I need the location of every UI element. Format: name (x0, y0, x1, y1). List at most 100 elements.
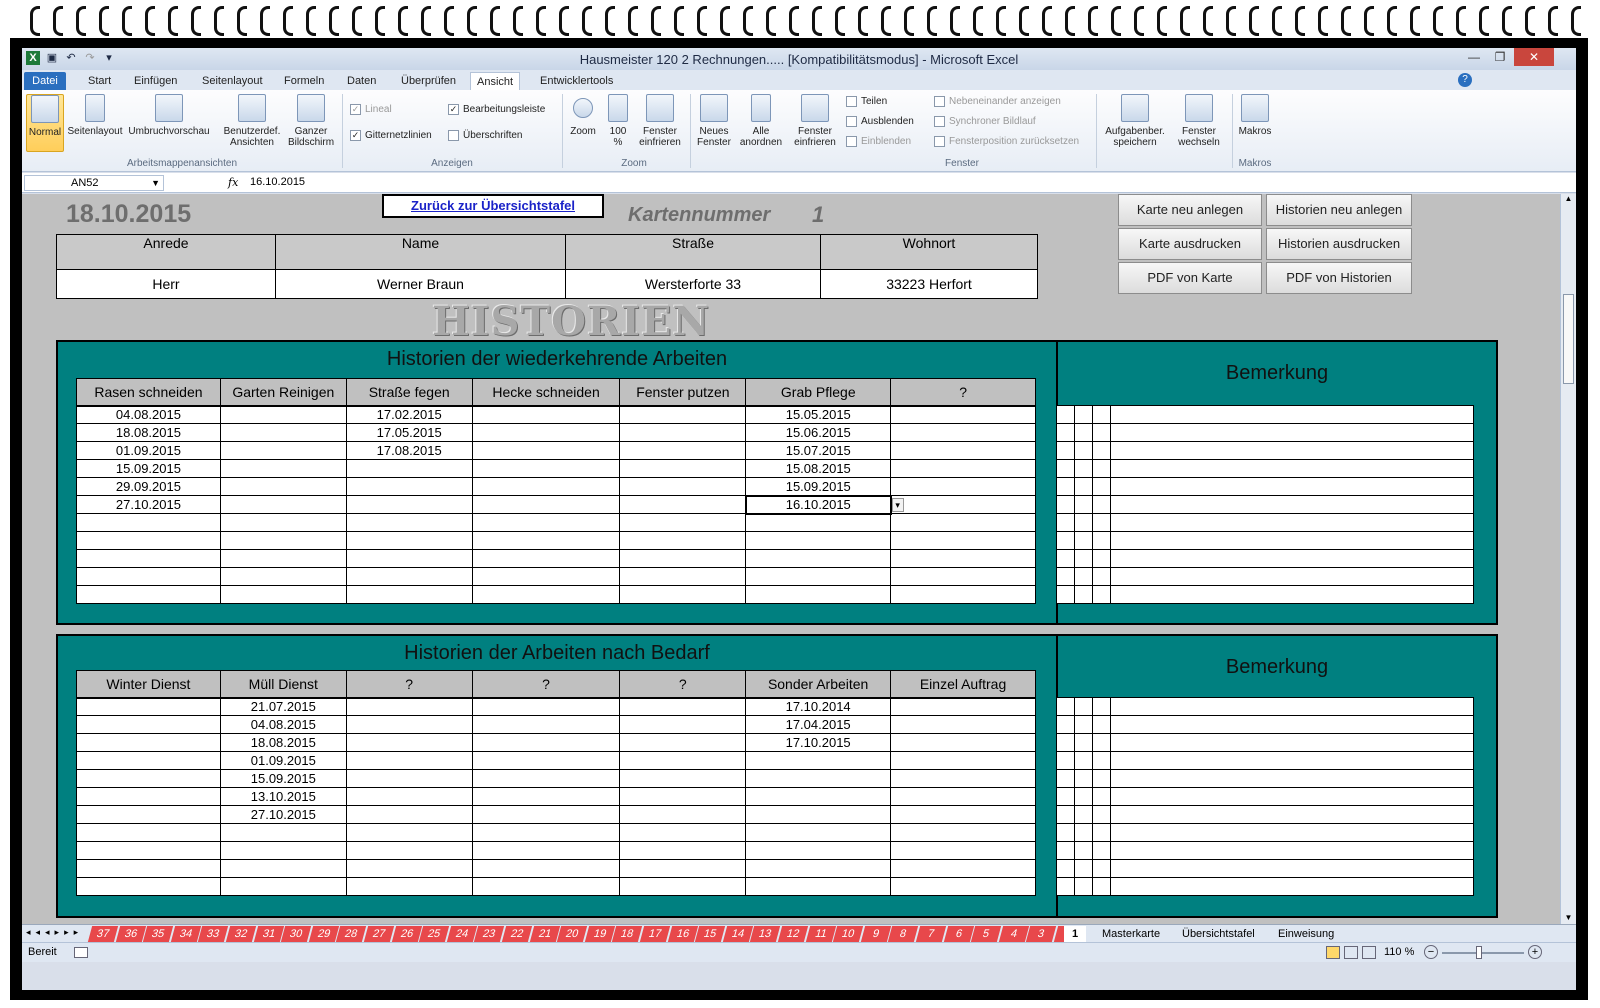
date-cell[interactable]: 27.10.2015 (219, 805, 347, 824)
sheet-tab-8[interactable]: 8 (888, 926, 919, 942)
tab-formeln[interactable]: Formeln (278, 72, 330, 90)
headings-checkbox[interactable]: Überschriften (448, 130, 522, 141)
macros-button[interactable]: Makros (1236, 94, 1274, 137)
zoom-slider-thumb[interactable] (1476, 946, 1482, 959)
date-cell[interactable]: 15.09.2015 (219, 769, 347, 788)
remark-cell[interactable] (1109, 841, 1475, 860)
remark-cell[interactable] (1056, 859, 1075, 878)
side-by-side-button[interactable]: Nebeneinander anzeigen (934, 96, 1061, 107)
remark-cell[interactable] (1056, 585, 1075, 604)
date-cell[interactable] (76, 567, 221, 586)
tab-ansicht[interactable]: Ansicht (470, 72, 521, 90)
remark-cell[interactable] (1073, 859, 1093, 878)
column-header[interactable]: ? (619, 670, 747, 699)
date-cell[interactable] (76, 823, 221, 842)
date-cell[interactable] (745, 769, 892, 788)
remark-cell[interactable] (1091, 423, 1111, 442)
sheet-tab-25[interactable]: 25 (419, 926, 450, 942)
remark-cell[interactable] (1109, 441, 1475, 460)
date-cell[interactable] (76, 697, 221, 716)
sheet-tab-13[interactable]: 13 (750, 926, 781, 942)
date-cell[interactable] (471, 715, 621, 734)
remark-cell[interactable] (1056, 495, 1075, 514)
date-cell[interactable] (471, 441, 621, 460)
date-cell[interactable] (890, 733, 1036, 752)
tab-start[interactable]: Start (82, 72, 117, 90)
date-cell[interactable] (471, 859, 621, 878)
save-workspace-button[interactable]: Aufgabenber. speichern (1100, 94, 1170, 148)
tab-seitenlayout[interactable]: Seitenlayout (196, 72, 269, 90)
close-button[interactable]: ✕ (1514, 48, 1554, 66)
date-cell[interactable] (345, 567, 473, 586)
date-cell[interactable]: 15.08.2015 (745, 459, 892, 478)
date-cell[interactable] (219, 441, 347, 460)
remark-cell[interactable] (1073, 585, 1093, 604)
date-cell[interactable] (76, 751, 221, 770)
remark-cell[interactable] (1109, 733, 1475, 752)
remark-cell[interactable] (1073, 805, 1093, 824)
view-normal-icon[interactable] (1326, 946, 1340, 959)
sheet-tab-22[interactable]: 22 (501, 926, 533, 942)
date-cell[interactable] (76, 715, 221, 734)
remark-cell[interactable] (1056, 531, 1075, 550)
remark-cell[interactable] (1073, 733, 1093, 752)
date-cell[interactable] (345, 495, 473, 514)
date-cell[interactable]: 15.09.2015 (76, 459, 221, 478)
date-cell[interactable]: 17.04.2015 (745, 715, 892, 734)
date-cell[interactable] (471, 733, 621, 752)
date-cell[interactable] (345, 715, 473, 734)
date-cell[interactable] (890, 859, 1036, 878)
date-cell[interactable] (471, 823, 621, 842)
date-cell[interactable]: 15.06.2015 (745, 423, 892, 442)
zoom-slider[interactable] (1442, 952, 1524, 954)
date-cell[interactable] (219, 477, 347, 496)
remark-cell[interactable] (1056, 841, 1075, 860)
arrange-all-button[interactable]: Alle anordnen (736, 94, 786, 148)
date-cell[interactable] (890, 513, 1036, 532)
remark-cell[interactable] (1056, 805, 1075, 824)
cell-dropdown-icon[interactable]: ▾ (891, 497, 904, 512)
date-cell[interactable] (471, 423, 621, 442)
date-cell[interactable] (345, 733, 473, 752)
restore-button[interactable]: ❐ (1488, 48, 1512, 66)
date-cell[interactable] (76, 859, 221, 878)
sheet-tab-31[interactable]: 31 (253, 926, 284, 942)
remark-cell[interactable] (1073, 877, 1093, 896)
date-cell[interactable] (471, 477, 621, 496)
date-cell[interactable] (619, 769, 747, 788)
remark-cell[interactable] (1091, 441, 1111, 460)
date-cell[interactable] (890, 549, 1036, 568)
remark-cell[interactable] (1073, 567, 1093, 586)
remark-cell[interactable] (1109, 477, 1475, 496)
lineal-checkbox[interactable]: ✓ Lineal (350, 104, 392, 115)
column-header[interactable]: Grab Pflege (745, 378, 892, 407)
page-break-button[interactable]: Umbruchvorschau (126, 94, 212, 137)
remark-cell[interactable] (1091, 495, 1111, 514)
date-cell[interactable]: 13.10.2015 (219, 787, 347, 806)
date-cell[interactable] (219, 585, 347, 604)
sheet-tab-21[interactable]: 21 (529, 926, 560, 942)
date-cell[interactable]: 21.07.2015 (219, 697, 347, 716)
date-cell[interactable] (345, 751, 473, 770)
sheet-tab-7[interactable]: 7 (915, 926, 947, 942)
remark-cell[interactable] (1109, 549, 1475, 568)
view-layout-icon[interactable] (1344, 946, 1358, 959)
page-layout-button[interactable]: Seitenlayout (66, 94, 124, 137)
date-cell[interactable] (619, 805, 747, 824)
date-cell[interactable] (219, 859, 347, 878)
remark-cell[interactable] (1109, 751, 1475, 770)
remark-cell[interactable] (1091, 787, 1111, 806)
date-cell[interactable] (619, 823, 747, 842)
tab-datei[interactable]: Datei (24, 72, 66, 90)
date-cell[interactable] (745, 787, 892, 806)
remark-cell[interactable] (1091, 769, 1111, 788)
date-cell[interactable] (890, 787, 1036, 806)
date-cell[interactable] (745, 567, 892, 586)
pdf-card-button[interactable]: PDF von Karte (1118, 262, 1262, 294)
tab-daten[interactable]: Daten (341, 72, 382, 90)
sheet-tab-14[interactable]: 14 (722, 926, 753, 942)
tab-entwicklertools[interactable]: Entwicklertools (534, 72, 619, 90)
date-cell[interactable] (890, 531, 1036, 550)
date-cell[interactable] (619, 585, 747, 604)
remark-cell[interactable] (1073, 549, 1093, 568)
